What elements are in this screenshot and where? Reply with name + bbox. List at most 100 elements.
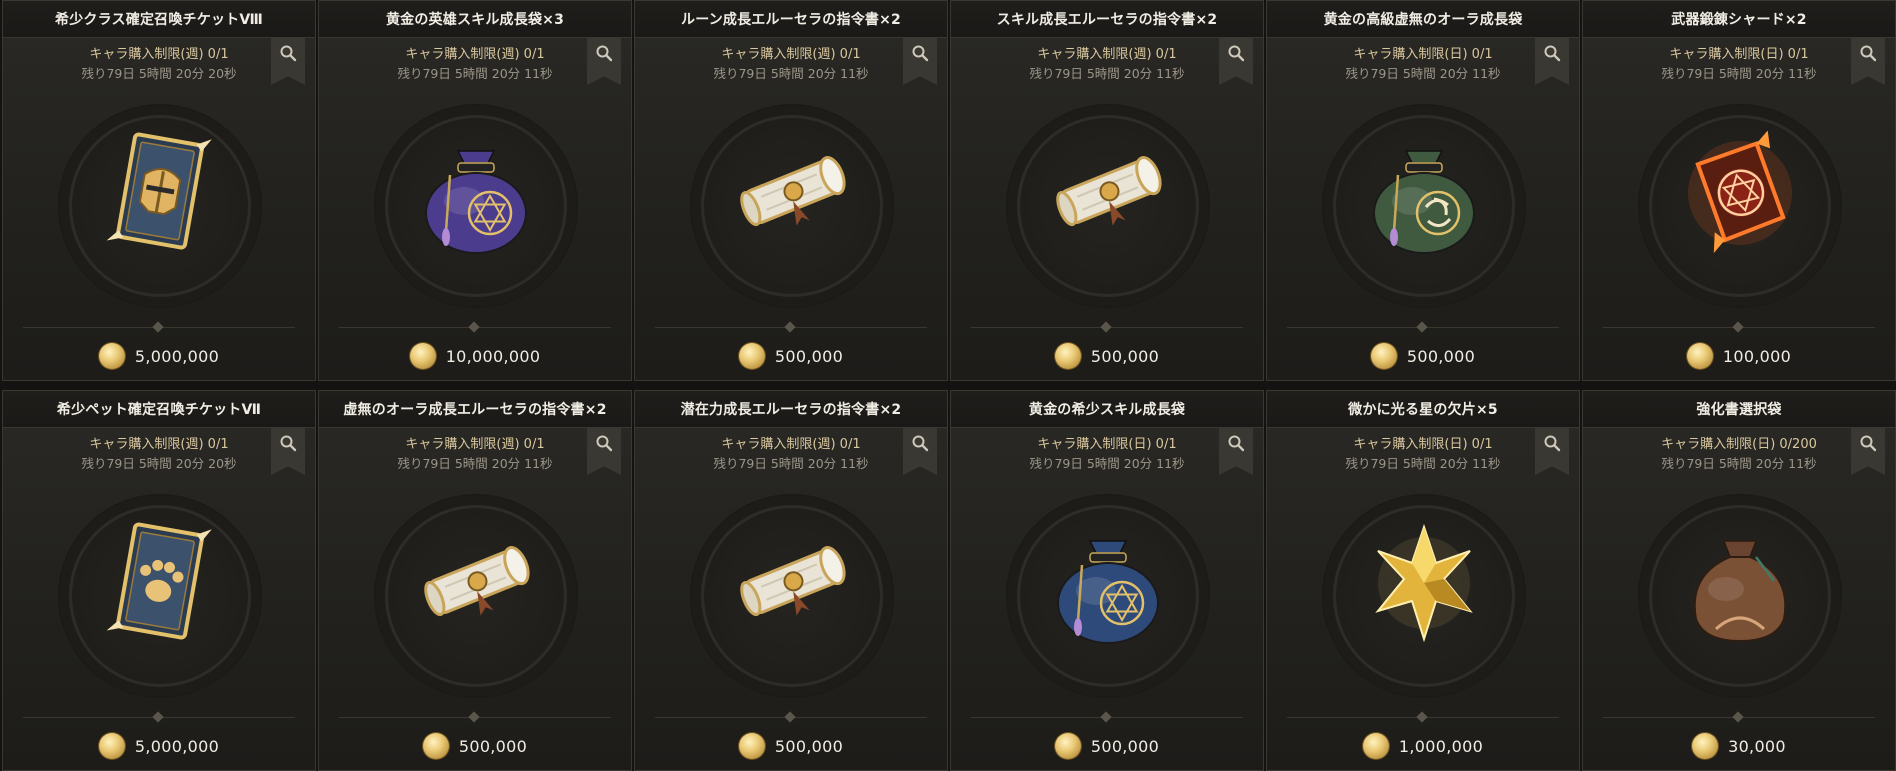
card-header: 潜在力成長エルーセラの指令書×2 (635, 391, 947, 428)
purple-pouch-icon (406, 121, 546, 261)
item-name: ルーン成長エルーセラの指令書×2 (681, 12, 901, 28)
divider-ornament (1100, 321, 1112, 333)
item-price: 1,000,000 (1398, 736, 1484, 756)
time-remaining: 残り79日 5時間 20分 11秒 (397, 456, 553, 471)
item-name: 黄金の希少スキル成長袋 (1028, 402, 1186, 418)
shop-item-card[interactable]: ルーン成長エルーセラの指令書×2 キャラ購入制限(週) 0/1 残り79日 5時… (634, 0, 948, 381)
purchase-limit: キャラ購入制限(週) 0/1 (1037, 47, 1177, 62)
purchase-limit: キャラ購入制限(週) 0/1 (89, 47, 229, 62)
shop-item-card[interactable]: 黄金の高級虚無のオーラ成長袋 キャラ購入制限(日) 0/1 残り79日 5時間 … (1266, 0, 1580, 381)
price-row: 500,000 (951, 343, 1263, 369)
divider-ornament (152, 321, 164, 333)
time-remaining: 残り79日 5時間 20分 20秒 (81, 456, 237, 471)
shop-item-card[interactable]: 希少クラス確定召喚チケットⅧ キャラ購入制限(週) 0/1 残り79日 5時間 … (2, 0, 316, 381)
card-header: 黄金の高級虚無のオーラ成長袋 (1267, 1, 1579, 38)
purchase-limit: キャラ購入制限(日) 0/1 (1353, 47, 1493, 62)
gold-coin-icon (1686, 343, 1713, 369)
gold-coin-icon (738, 343, 765, 369)
green-pouch-icon (1354, 121, 1494, 261)
card-header: 武器鍛錬シャード×2 (1583, 1, 1895, 38)
divider-ornament (1732, 711, 1744, 723)
item-price: 500,000 (774, 346, 844, 366)
divider-ornament (784, 321, 796, 333)
purchase-limit: キャラ購入制限(日) 0/1 (1669, 47, 1809, 62)
item-price: 5,000,000 (134, 346, 220, 366)
card-header: 黄金の希少スキル成長袋 (951, 391, 1263, 428)
card-header: 強化書選択袋 (1583, 391, 1895, 428)
time-remaining: 残り79日 5時間 20分 11秒 (1661, 456, 1817, 471)
divider-ornament (1416, 321, 1428, 333)
gold-coin-icon (409, 343, 436, 369)
divider-ornament (468, 321, 480, 333)
time-remaining: 残り79日 5時間 20分 11秒 (713, 66, 869, 81)
price-row: 500,000 (635, 343, 947, 369)
shop-item-card[interactable]: 武器鍛錬シャード×2 キャラ購入制限(日) 0/1 残り79日 5時間 20分 … (1582, 0, 1896, 381)
price-row: 30,000 (1583, 733, 1895, 759)
divider-ornament (1416, 711, 1428, 723)
time-remaining: 残り79日 5時間 20分 11秒 (397, 66, 553, 81)
divider-ornament (1732, 321, 1744, 333)
brown-sack-icon (1670, 511, 1810, 651)
weapon-shard-icon (1670, 121, 1810, 261)
item-name: 虚無のオーラ成長エルーセラの指令書×2 (343, 402, 607, 418)
divider-ornament (784, 711, 796, 723)
item-name: 微かに光る星の欠片×5 (1348, 402, 1498, 418)
item-name: 潜在力成長エルーセラの指令書×2 (680, 402, 902, 418)
item-price: 5,000,000 (134, 736, 220, 756)
price-row: 500,000 (635, 733, 947, 759)
search-icon (911, 434, 929, 456)
card-header: 希少ペット確定召喚チケットⅦ (3, 391, 315, 428)
shop-item-card[interactable]: 強化書選択袋 キャラ購入制限(日) 0/200 残り79日 5時間 20分 11… (1582, 390, 1896, 771)
purchase-limit: キャラ購入制限(日) 0/200 (1661, 437, 1817, 452)
item-name: 希少クラス確定召喚チケットⅧ (55, 12, 263, 28)
divider-ornament (152, 711, 164, 723)
card-header: 希少クラス確定召喚チケットⅧ (3, 1, 315, 38)
purchase-limit: キャラ購入制限(週) 0/1 (405, 437, 545, 452)
price-row: 10,000,000 (319, 343, 631, 369)
shop-item-card[interactable]: 微かに光る星の欠片×5 キャラ購入制限(日) 0/1 残り79日 5時間 20分… (1266, 390, 1580, 771)
scroll-icon (722, 511, 862, 651)
shop-item-card[interactable]: 希少ペット確定召喚チケットⅦ キャラ購入制限(週) 0/1 残り79日 5時間 … (2, 390, 316, 771)
time-remaining: 残り79日 5時間 20分 11秒 (1345, 66, 1501, 81)
scroll-icon (722, 121, 862, 261)
gold-coin-icon (1054, 733, 1081, 759)
blue-pouch-icon (1038, 511, 1178, 651)
divider-ornament (1100, 711, 1112, 723)
item-name: 黄金の英雄スキル成長袋×3 (385, 12, 565, 28)
item-name: 武器鍛錬シャード×2 (1671, 12, 1807, 28)
time-remaining: 残り79日 5時間 20分 20秒 (81, 66, 237, 81)
price-row: 500,000 (319, 733, 631, 759)
time-remaining: 残り79日 5時間 20分 11秒 (1345, 456, 1501, 471)
shop-item-card[interactable]: スキル成長エルーセラの指令書×2 キャラ購入制限(週) 0/1 残り79日 5時… (950, 0, 1264, 381)
search-icon (1859, 434, 1877, 456)
search-icon (1543, 44, 1561, 66)
search-icon (1859, 44, 1877, 66)
item-price: 500,000 (1090, 736, 1160, 756)
shop-item-card[interactable]: 黄金の英雄スキル成長袋×3 キャラ購入制限(週) 0/1 残り79日 5時間 2… (318, 0, 632, 381)
gold-coin-icon (1362, 733, 1389, 759)
class-summon-ticket-icon (90, 121, 230, 261)
item-price: 30,000 (1728, 736, 1786, 756)
time-remaining: 残り79日 5時間 20分 11秒 (1661, 66, 1817, 81)
purchase-limit: キャラ購入制限(週) 0/1 (721, 437, 861, 452)
price-row: 5,000,000 (3, 343, 315, 369)
purchase-limit: キャラ購入制限(週) 0/1 (89, 437, 229, 452)
time-remaining: 残り79日 5時間 20分 11秒 (1029, 66, 1185, 81)
search-icon (595, 44, 613, 66)
shop-item-card[interactable]: 黄金の希少スキル成長袋 キャラ購入制限(日) 0/1 残り79日 5時間 20分… (950, 390, 1264, 771)
time-remaining: 残り79日 5時間 20分 11秒 (713, 456, 869, 471)
search-icon (595, 434, 613, 456)
item-price: 10,000,000 (445, 346, 541, 366)
card-header: 虚無のオーラ成長エルーセラの指令書×2 (319, 391, 631, 428)
price-row: 5,000,000 (3, 733, 315, 759)
gold-coin-icon (1370, 343, 1397, 369)
item-price: 500,000 (1090, 346, 1160, 366)
purchase-limit: キャラ購入制限(日) 0/1 (1353, 437, 1493, 452)
price-row: 500,000 (1267, 343, 1579, 369)
shop-item-card[interactable]: 潜在力成長エルーセラの指令書×2 キャラ購入制限(週) 0/1 残り79日 5時… (634, 390, 948, 771)
shop-item-card[interactable]: 虚無のオーラ成長エルーセラの指令書×2 キャラ購入制限(週) 0/1 残り79日… (318, 390, 632, 771)
scroll-icon (1038, 121, 1178, 261)
gold-coin-icon (98, 343, 125, 369)
gold-coin-icon (1692, 733, 1719, 759)
purchase-limit: キャラ購入制限(週) 0/1 (405, 47, 545, 62)
